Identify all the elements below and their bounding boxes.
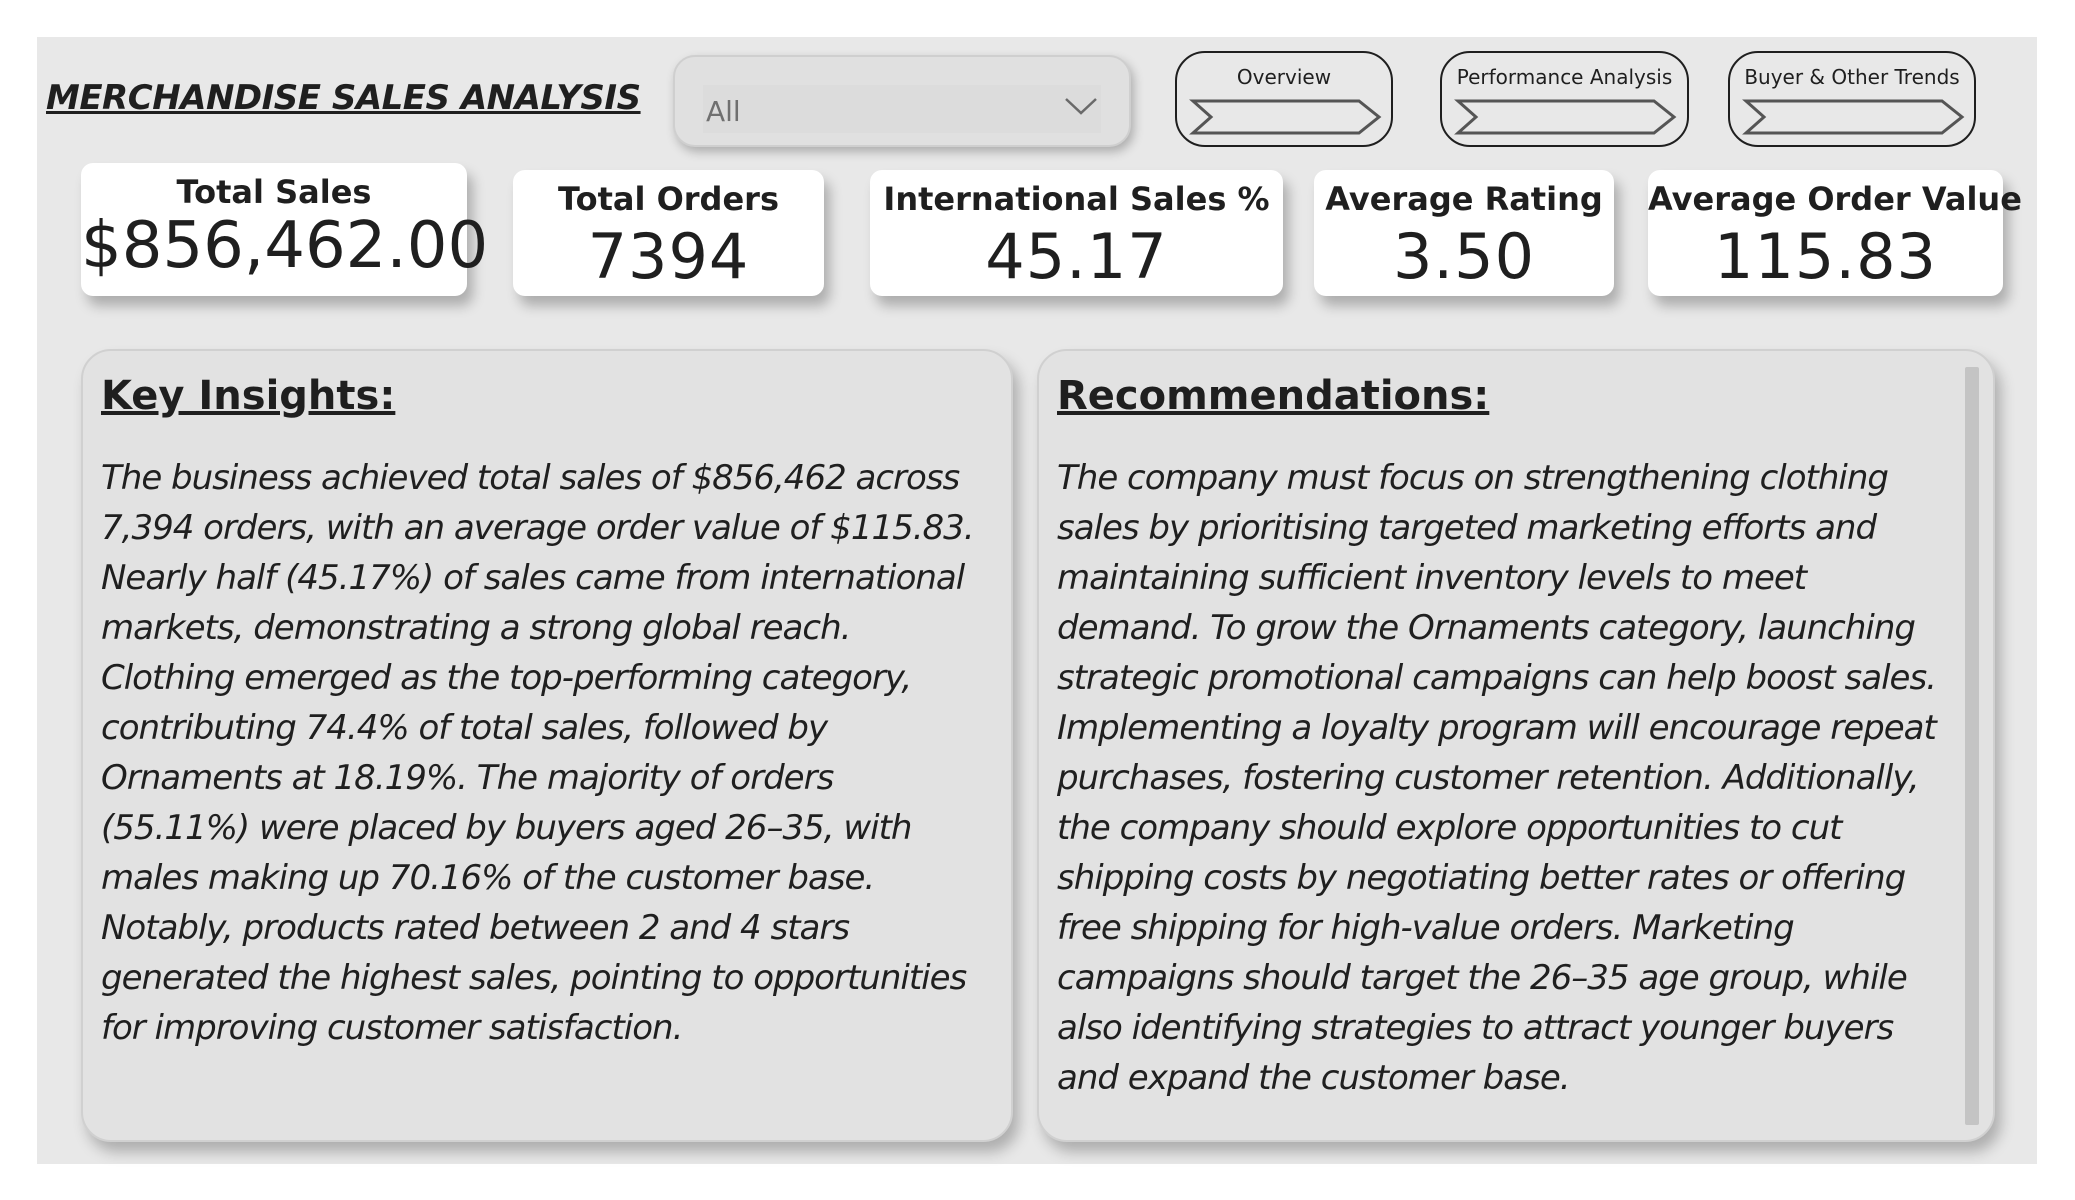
filter-dropdown-field bbox=[703, 85, 1101, 133]
kpi-title: Total Orders bbox=[558, 180, 779, 218]
kpi-title: International Sales % bbox=[883, 180, 1270, 218]
kpi-value: 115.83 bbox=[1714, 220, 1937, 293]
kpi-title: Average Order Value bbox=[1648, 180, 2022, 218]
arrow-right-icon bbox=[1189, 99, 1382, 135]
kpi-value: $856,462.00 bbox=[81, 209, 489, 283]
nav-button-label: Performance Analysis bbox=[1456, 65, 1673, 89]
kpi-value: 7394 bbox=[587, 220, 750, 293]
kpi-card-average-rating: Average Rating 3.50 bbox=[1314, 170, 1614, 296]
scrollbar[interactable] bbox=[1965, 367, 1979, 1125]
nav-button-overview[interactable]: Overview bbox=[1175, 51, 1393, 147]
nav-button-performance-analysis[interactable]: Performance Analysis bbox=[1440, 51, 1689, 147]
kpi-card-total-orders: Total Orders 7394 bbox=[513, 170, 824, 296]
kpi-card-total-sales: Total Sales $856,462.00 bbox=[81, 163, 489, 296]
chevron-down-icon[interactable] bbox=[1063, 94, 1099, 118]
arrow-right-icon bbox=[1742, 99, 1965, 135]
filter-dropdown-value: All bbox=[706, 95, 741, 128]
kpi-value: 45.17 bbox=[985, 220, 1168, 293]
nav-button-label: Buyer & Other Trends bbox=[1744, 65, 1960, 89]
kpi-title: Total Sales bbox=[176, 173, 372, 211]
kpi-card-international-sales: International Sales % 45.17 bbox=[870, 170, 1283, 296]
recommendations-panel: Recommendations: The company must focus … bbox=[1037, 349, 1995, 1142]
key-insights-panel: Key Insights: The business achieved tota… bbox=[81, 349, 1013, 1142]
key-insights-heading: Key Insights: bbox=[101, 373, 396, 419]
recommendations-heading: Recommendations: bbox=[1057, 373, 1490, 419]
kpi-value: 3.50 bbox=[1392, 220, 1536, 293]
nav-button-label: Overview bbox=[1236, 65, 1332, 89]
kpi-card-average-order-value: Average Order Value 115.83 bbox=[1648, 170, 2022, 296]
recommendations-text: The company must focus on strengthening … bbox=[1057, 458, 1937, 1098]
arrow-right-icon bbox=[1454, 99, 1677, 135]
kpi-title: Average Rating bbox=[1325, 180, 1603, 218]
nav-button-buyer-other-trends[interactable]: Buyer & Other Trends bbox=[1728, 51, 1976, 147]
key-insights-text: The business achieved total sales of $85… bbox=[101, 458, 975, 1048]
page-title: MERCHANDISE SALES ANALYSIS bbox=[46, 78, 641, 118]
